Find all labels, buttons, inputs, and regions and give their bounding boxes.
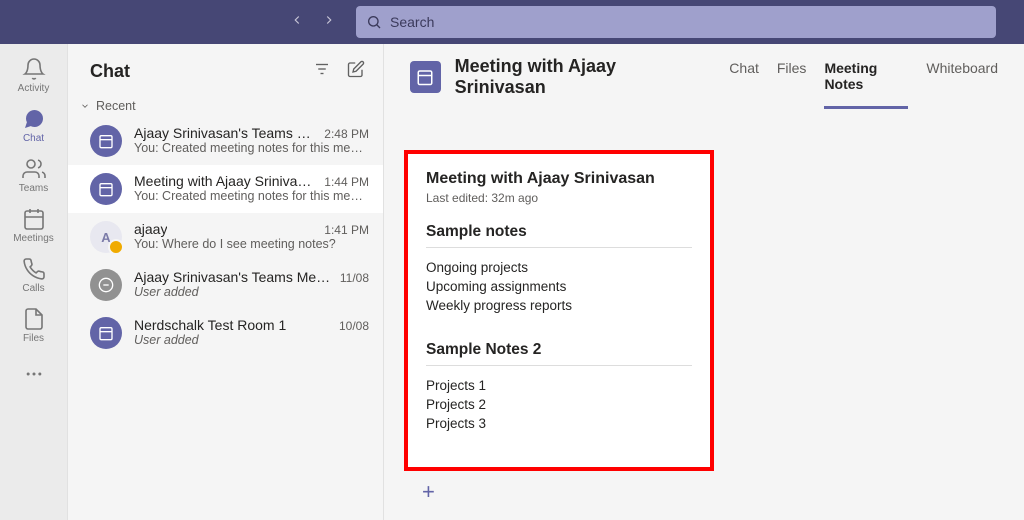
notes-line: Projects 2 (426, 395, 692, 414)
notes-line: Ongoing projects (426, 258, 692, 277)
chat-item-preview: You: Created meeting notes for this me… (134, 141, 369, 155)
notes-title: Meeting with Ajaay Srinivasan (426, 170, 692, 188)
chat-section-recent[interactable]: Recent (68, 95, 383, 117)
app-rail: Activity Chat Teams Meetings Calls Files (0, 44, 68, 520)
chat-avatar (90, 173, 122, 205)
teams-icon (22, 157, 46, 181)
nav-forward-icon[interactable] (318, 9, 340, 36)
notes-line: Upcoming assignments (426, 277, 692, 296)
tab-bar: ChatFilesMeeting NotesWhiteboard (729, 60, 998, 95)
chat-item-time: 1:41 PM (324, 223, 369, 237)
chat-item[interactable]: Nerdschalk Test Room 1 10/08User added (68, 309, 383, 357)
phone-icon (22, 257, 46, 281)
tab-meeting-notes[interactable]: Meeting Notes (824, 60, 908, 109)
chat-list-pane: Chat Recent Ajaay Srinivasan's Teams Mee… (68, 44, 384, 520)
notes-section-body[interactable]: Ongoing projectsUpcoming assignmentsWeek… (426, 258, 692, 315)
notes-section-body[interactable]: Projects 1Projects 2Projects 3 (426, 376, 692, 433)
chat-item-title: Ajaay Srinivasan's Teams Meeting (134, 269, 332, 285)
notes-section-heading[interactable]: Sample Notes 2 (426, 341, 692, 366)
chat-item[interactable]: Ajaay Srinivasan's Teams Meeting 11/08Use… (68, 261, 383, 309)
chat-icon (22, 107, 46, 131)
main-pane: Meeting with Ajaay Srinivasan ChatFilesM… (384, 44, 1024, 520)
chat-item-time: 11/08 (340, 271, 369, 285)
search-box[interactable] (356, 6, 996, 38)
rail-label: Meetings (13, 233, 54, 244)
meeting-notes-card: Meeting with Ajaay Srinivasan Last edite… (404, 150, 714, 471)
notes-line: Projects 1 (426, 376, 692, 395)
rail-activity[interactable]: Activity (0, 50, 68, 100)
chat-item[interactable]: Aajaay 1:41 PMYou: Where do I see meeting… (68, 213, 383, 261)
chat-item-preview: You: Created meeting notes for this me… (134, 189, 369, 203)
rail-label: Calls (22, 283, 44, 294)
search-input[interactable] (390, 14, 986, 30)
chat-avatar: A (90, 221, 122, 253)
meeting-icon (410, 61, 441, 93)
rail-label: Files (23, 333, 44, 344)
bell-icon (22, 57, 46, 81)
nav-back-icon[interactable] (286, 9, 308, 36)
calendar-icon (22, 207, 46, 231)
notes-line: Projects 3 (426, 414, 692, 433)
chat-item-preview: You: Where do I see meeting notes? (134, 237, 369, 251)
tab-whiteboard[interactable]: Whiteboard (926, 60, 998, 109)
chat-item-preview: User added (134, 333, 369, 347)
rail-label: Teams (19, 183, 48, 194)
chat-item-time: 10/08 (339, 319, 369, 333)
rail-label: Chat (23, 133, 44, 144)
ellipsis-icon (24, 364, 44, 384)
chat-item-time: 2:48 PM (324, 127, 369, 141)
chat-item[interactable]: Meeting with Ajaay Srinivasan 1:44 PMYou:… (68, 165, 383, 213)
chat-item-title: ajaay (134, 221, 167, 237)
chat-item-title: Ajaay Srinivasan's Teams Mee… (134, 125, 316, 141)
chat-item[interactable]: Ajaay Srinivasan's Teams Mee… 2:48 PMYou:… (68, 117, 383, 165)
chat-avatar (90, 269, 122, 301)
rail-calls[interactable]: Calls (0, 250, 68, 300)
rail-files[interactable]: Files (0, 300, 68, 350)
chevron-down-icon (80, 101, 90, 111)
add-section-button[interactable]: + (404, 471, 453, 513)
top-bar (0, 0, 1024, 44)
main-title: Meeting with Ajaay Srinivasan (455, 56, 702, 98)
chat-list-title: Chat (90, 61, 130, 82)
chat-item-title: Meeting with Ajaay Srinivasan (134, 173, 316, 189)
file-icon (22, 307, 46, 331)
chat-avatar (90, 317, 122, 349)
tab-chat[interactable]: Chat (729, 60, 759, 109)
chat-item-title: Nerdschalk Test Room 1 (134, 317, 286, 333)
filter-icon[interactable] (313, 60, 331, 83)
search-icon (366, 14, 382, 30)
main-header: Meeting with Ajaay Srinivasan ChatFilesM… (384, 44, 1024, 110)
tab-files[interactable]: Files (777, 60, 807, 109)
rail-label: Activity (18, 83, 50, 94)
chat-item-preview: User added (134, 285, 369, 299)
compose-icon[interactable] (347, 60, 365, 83)
section-label: Recent (96, 99, 136, 113)
notes-section-heading[interactable]: Sample notes (426, 223, 692, 248)
notes-last-edited: Last edited: 32m ago (426, 191, 692, 205)
rail-more[interactable] (0, 354, 68, 394)
rail-chat[interactable]: Chat (0, 100, 68, 150)
notes-line: Weekly progress reports (426, 296, 692, 315)
chat-avatar (90, 125, 122, 157)
rail-teams[interactable]: Teams (0, 150, 68, 200)
rail-meetings[interactable]: Meetings (0, 200, 68, 250)
chat-list: Ajaay Srinivasan's Teams Mee…2:48 PMYou:… (68, 117, 383, 357)
chat-item-time: 1:44 PM (324, 175, 369, 189)
